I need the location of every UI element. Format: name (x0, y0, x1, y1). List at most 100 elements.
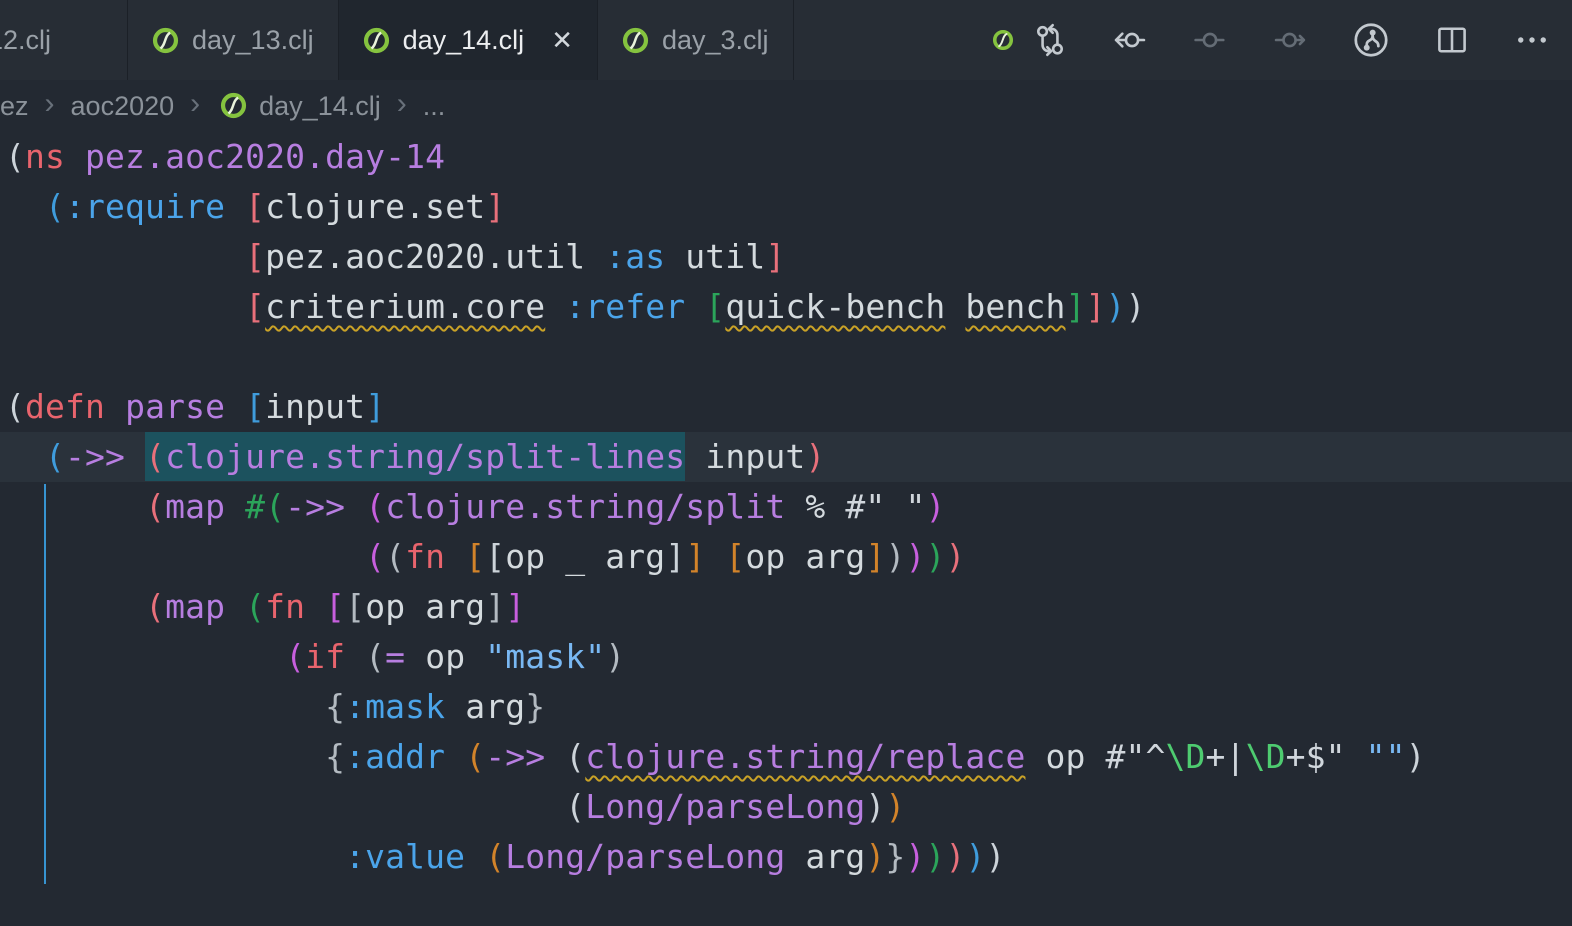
code-line[interactable]: {:addr (->> (clojure.string/replace op #… (0, 732, 1572, 782)
code-token (225, 487, 245, 526)
code-line[interactable]: (map (fn [[op arg]] (0, 582, 1572, 632)
tab-label: 12.clj (0, 25, 51, 56)
code-token (5, 837, 345, 876)
code-token: ] (485, 187, 505, 226)
code-token: } (885, 837, 905, 876)
code-line[interactable]: [pez.aoc2020.util :as util] (0, 232, 1572, 282)
code-token: ( (465, 737, 485, 776)
code-line[interactable]: (Long/parseLong)) (0, 782, 1572, 832)
code-line[interactable]: (ns pez.aoc2020.day-14 (0, 132, 1572, 182)
code-line[interactable]: :value (Long/parseLong arg)}))))) (0, 832, 1572, 882)
code-token: ] (685, 537, 705, 576)
evaluate-icon[interactable] (1192, 22, 1228, 58)
breadcrumb: ez › aoc2020 › day_14.clj › ... (0, 80, 1572, 132)
code-token (5, 287, 245, 326)
code-line[interactable]: {:mask arg} (0, 682, 1572, 732)
code-token: { (325, 687, 345, 726)
code-token: [ (325, 587, 345, 626)
tab-label: day_14.clj (403, 25, 525, 56)
code-token: % (805, 487, 825, 526)
tab-day-13[interactable]: day_13.clj (128, 0, 339, 80)
code-token: } (525, 687, 545, 726)
git-compare-icon[interactable] (1032, 22, 1068, 58)
code-token: input (265, 387, 365, 426)
code-token (1346, 737, 1366, 776)
code-token: map (165, 487, 225, 526)
code-token: ) (925, 487, 945, 526)
code-token: ) (985, 837, 1005, 876)
more-actions-icon[interactable] (1514, 22, 1550, 58)
code-line[interactable]: (:require [clojure.set] (0, 182, 1572, 232)
code-token: [ (345, 587, 365, 626)
code-line[interactable]: (if (= op "mask") (0, 632, 1572, 682)
code-token (5, 237, 245, 276)
code-token: ) (965, 837, 985, 876)
code-token: ) (865, 787, 885, 826)
code-token: fn (265, 587, 305, 626)
tab-day-3[interactable]: day_3.clj (598, 0, 794, 80)
code-token: ] (1065, 287, 1085, 326)
code-token: ( (245, 587, 265, 626)
breadcrumb-item-folder[interactable]: ez (0, 91, 29, 122)
code-token (785, 487, 805, 526)
code-token: op (505, 537, 545, 576)
tab-day-14-active[interactable]: day_14.clj ✕ (339, 0, 598, 80)
code-token: ( (145, 587, 165, 626)
code-token: parse (125, 387, 225, 426)
load-file-icon[interactable] (1112, 22, 1148, 58)
code-token: ( (365, 487, 385, 526)
breadcrumb-item-aoc2020[interactable]: aoc2020 (71, 91, 175, 122)
code-token (5, 787, 565, 826)
code-token: _ (565, 537, 585, 576)
code-token (545, 537, 565, 576)
code-token (5, 637, 285, 676)
code-token: Long/parseLong (505, 837, 785, 876)
code-editor[interactable]: (ns pez.aoc2020.day-14 (:require [clojur… (0, 132, 1572, 926)
code-token: util (685, 237, 765, 276)
code-token: clojure.string/split (385, 487, 785, 526)
code-token: ] (365, 387, 385, 426)
clojure-file-icon (363, 27, 390, 54)
code-line[interactable]: ((fn [[op _ arg]] [op arg])))) (0, 532, 1572, 582)
breadcrumb-item-file[interactable]: day_14.clj (259, 91, 381, 122)
branch-circle-icon[interactable] (1352, 21, 1390, 59)
code-token: +$" (1286, 737, 1346, 776)
code-token: ) (946, 537, 966, 576)
code-token: ] (865, 537, 885, 576)
code-token: :require (65, 187, 225, 226)
code-line[interactable]: (->> (clojure.string/split-lines input) (0, 432, 1572, 482)
code-token: bench (965, 287, 1065, 326)
code-token (945, 287, 965, 326)
split-editor-icon[interactable] (1434, 22, 1470, 58)
code-token: ] (765, 237, 785, 276)
close-tab-icon[interactable]: ✕ (551, 25, 573, 56)
code-line[interactable]: (defn parse [input] (0, 382, 1572, 432)
code-token: clojure.string/replace (585, 737, 1025, 776)
code-token (5, 187, 45, 226)
repl-status-icon[interactable] (992, 21, 1014, 59)
code-line[interactable]: (map #(->> (clojure.string/split % #" ") (0, 482, 1572, 532)
code-token: :value (345, 837, 465, 876)
tab-day-12[interactable]: 12.clj (0, 0, 128, 80)
code-token: [ (485, 537, 505, 576)
clojure-file-icon (152, 27, 179, 54)
code-token: arg (805, 537, 865, 576)
tab-bar: 12.clj day_13.clj day_14.clj ✕ day_3.clj (0, 0, 1572, 80)
chevron-right-icon: › (397, 87, 407, 121)
code-token (445, 737, 465, 776)
code-token: ] (485, 587, 505, 626)
code-token: criterium.core (265, 287, 545, 326)
code-token: ( (5, 137, 25, 176)
code-token: ) (905, 837, 925, 876)
code-token: :mask (345, 687, 445, 726)
code-token (125, 437, 145, 476)
code-token (1085, 737, 1105, 776)
step-forward-icon[interactable] (1272, 22, 1308, 58)
code-token (445, 687, 465, 726)
breadcrumb-item-symbol[interactable]: ... (423, 91, 446, 122)
code-token: ( (145, 487, 165, 526)
code-token: ( (565, 737, 585, 776)
code-token (305, 587, 325, 626)
code-line[interactable]: [criterium.core :refer [quick-bench benc… (0, 282, 1572, 332)
code-line[interactable] (0, 332, 1572, 382)
